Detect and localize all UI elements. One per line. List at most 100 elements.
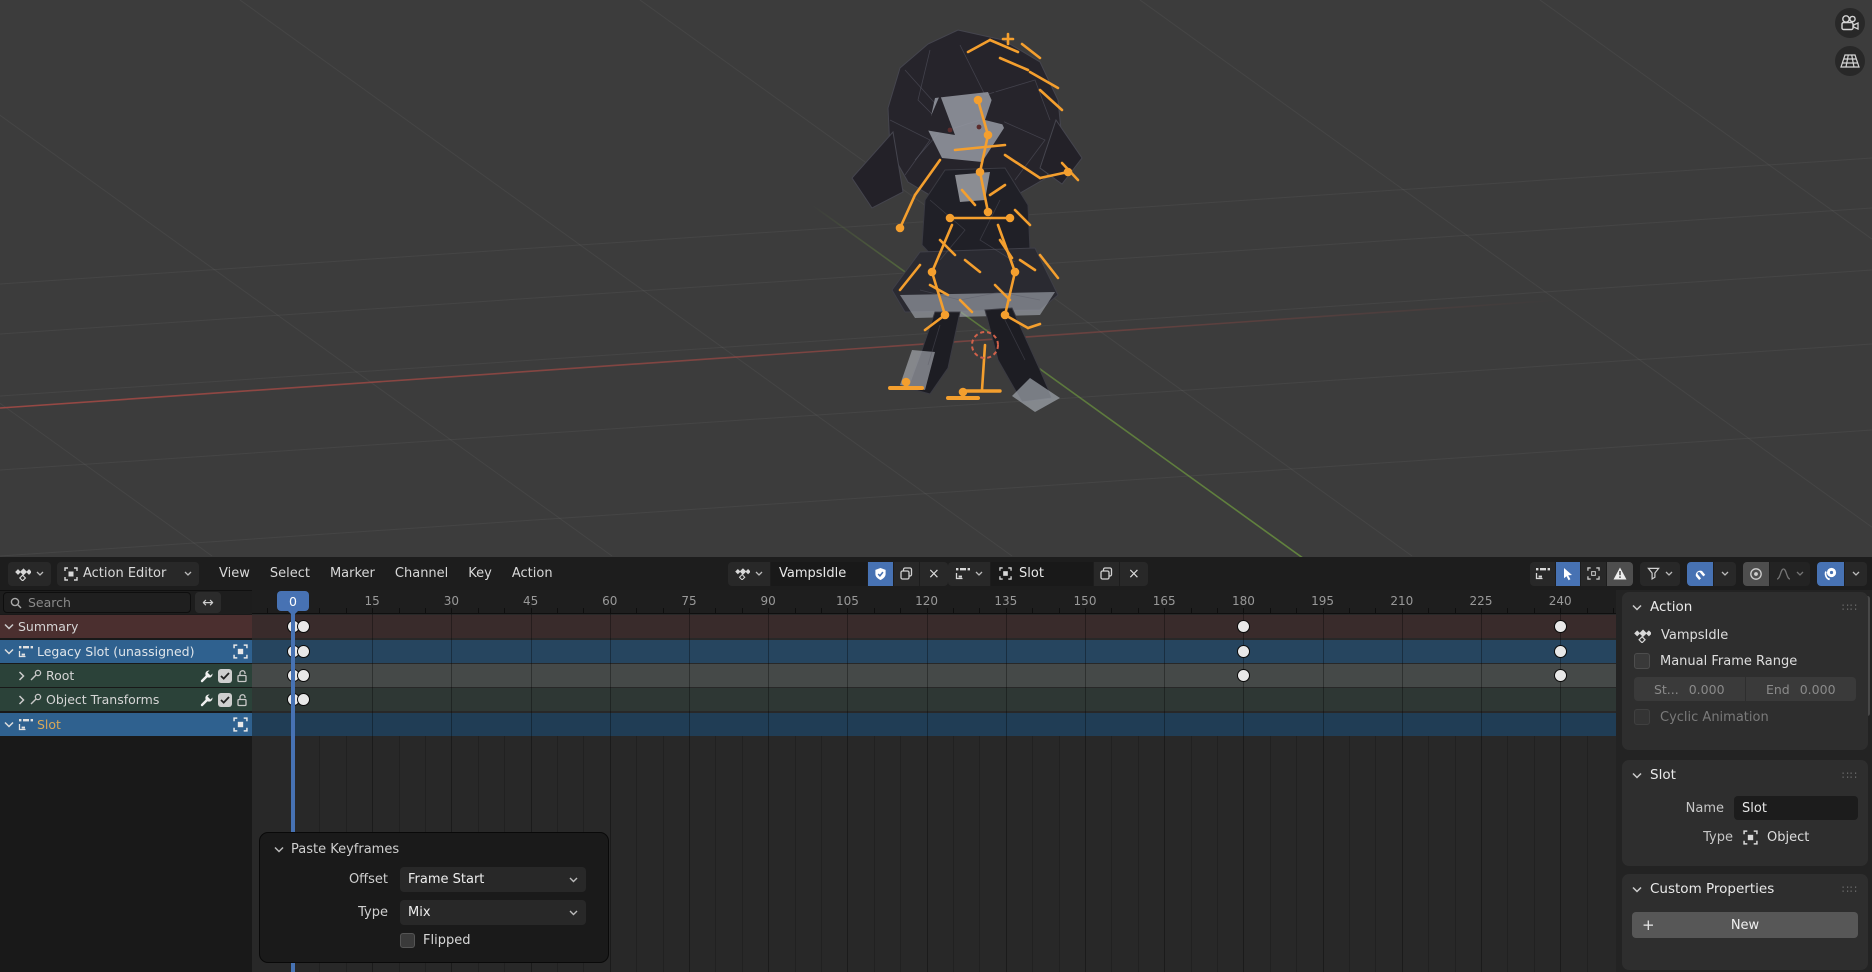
legacy-slot-key-band[interactable] — [252, 640, 1616, 663]
slot-filter-toggle[interactable] — [1530, 562, 1555, 586]
keyframe-legacy_slot-frame-180[interactable] — [1237, 645, 1250, 658]
object-transforms-key-band[interactable] — [252, 688, 1616, 711]
wrench-icon[interactable] — [200, 669, 214, 683]
dope-sheet-grid[interactable]: Summary Legacy Slot (unassigned) Root — [0, 614, 1616, 972]
cyclic-animation-checkbox[interactable] — [1634, 709, 1650, 725]
manual-frame-range-checkbox[interactable] — [1634, 653, 1650, 669]
chevron-down-icon — [975, 571, 983, 576]
keyframe-root-frame-240[interactable] — [1554, 669, 1567, 682]
ruler-tick-mark — [795, 608, 796, 613]
show-hidden-toggle[interactable] — [1581, 562, 1606, 586]
filter-popover-button[interactable] — [1640, 562, 1680, 586]
chevron-down-icon[interactable] — [274, 846, 284, 853]
grid-line-minor — [874, 736, 875, 972]
current-frame-indicator[interactable]: 0 — [277, 591, 309, 611]
pin-icon[interactable] — [29, 693, 42, 706]
panel-drag-handle[interactable]: ∷∷ — [1842, 601, 1858, 614]
menu-select[interactable]: Select — [260, 566, 320, 581]
keyframe-legacy_slot-frame-240[interactable] — [1554, 645, 1567, 658]
ruler-tick-mark — [504, 608, 505, 613]
grid-line-minor — [1270, 736, 1271, 972]
object-data-icon[interactable] — [233, 717, 248, 732]
viewport-camera-button[interactable] — [1835, 8, 1865, 38]
snap-toggle[interactable] — [1687, 562, 1713, 586]
chevron-down-icon — [1632, 886, 1642, 893]
orbit-globe-toggle[interactable] — [1817, 562, 1844, 586]
menu-marker[interactable]: Marker — [320, 566, 385, 581]
channel-row-root[interactable]: Root — [0, 664, 252, 687]
fake-user-toggle[interactable] — [868, 562, 893, 586]
action-panel-header[interactable]: Action ∷∷ — [1622, 592, 1868, 622]
frame-start-input[interactable]: St... 0.000 — [1634, 677, 1745, 701]
keyframe-root-frame-2[interactable] — [297, 669, 310, 682]
orbit-options-button[interactable] — [1845, 562, 1867, 586]
channel-label: Summary — [18, 619, 248, 634]
menu-key[interactable]: Key — [458, 566, 502, 581]
grid-line-major — [1323, 614, 1324, 972]
menu-action[interactable]: Action — [502, 566, 563, 581]
keyframe-legacy_slot-frame-2[interactable] — [297, 645, 310, 658]
slot-panel-header[interactable]: Slot ∷∷ — [1622, 760, 1868, 790]
keyframe-summary-frame-180[interactable] — [1237, 620, 1250, 633]
viewport-grid-button[interactable] — [1835, 46, 1865, 76]
keyframe-root-frame-180[interactable] — [1237, 669, 1250, 682]
slot-key-band[interactable] — [252, 713, 1616, 736]
duplicate-action-button[interactable] — [894, 562, 919, 586]
falloff-dropdown[interactable] — [1770, 562, 1810, 586]
ruler-tick-mark — [663, 608, 664, 613]
channel-enable-checkbox[interactable] — [218, 669, 232, 683]
unlock-icon[interactable] — [236, 669, 248, 683]
slot-name-label: Name — [1622, 801, 1734, 816]
panel-drag-handle[interactable]: ∷∷ — [1842, 769, 1858, 782]
custom-properties-header[interactable]: Custom Properties ∷∷ — [1622, 874, 1868, 904]
channel-label: Legacy Slot (unassigned) — [37, 644, 229, 659]
keyframe-summary-frame-240[interactable] — [1554, 620, 1567, 633]
arrows-horizontal-icon: ↔ — [202, 595, 214, 611]
flipped-checkbox[interactable] — [400, 933, 415, 948]
slot-name-input[interactable]: Slot — [1734, 796, 1858, 820]
snap-options-button[interactable] — [1714, 562, 1736, 586]
summary-key-band[interactable] — [252, 615, 1616, 638]
offset-dropdown[interactable]: Frame Start — [400, 867, 586, 892]
channel-row-summary[interactable]: Summary — [0, 615, 252, 638]
wrench-icon[interactable] — [200, 693, 214, 707]
channel-search-input[interactable]: Search — [3, 592, 191, 613]
slot-name-field[interactable]: Slot — [991, 562, 1093, 586]
character-mesh[interactable] — [852, 30, 1082, 412]
menu-channel[interactable]: Channel — [385, 566, 458, 581]
pin-icon[interactable] — [29, 669, 42, 682]
channel-enable-checkbox[interactable] — [218, 693, 232, 707]
frame-end-input[interactable]: End 0.000 — [1745, 677, 1857, 701]
ruler-tick-mark — [1270, 608, 1271, 613]
ruler-tick-label: 195 — [1311, 594, 1334, 608]
chevron-right-icon — [18, 695, 25, 705]
only-selected-toggle[interactable] — [1556, 562, 1580, 586]
unlink-action-button[interactable]: × — [920, 562, 948, 586]
menu-view[interactable]: View — [209, 566, 260, 581]
editor-mode-dropdown[interactable]: Action Editor — [57, 562, 199, 586]
channel-row-slot[interactable]: Slot — [0, 713, 252, 736]
object-data-icon[interactable] — [233, 644, 248, 659]
proportional-edit-toggle[interactable] — [1743, 562, 1769, 586]
expand-width-button[interactable]: ↔ — [195, 592, 221, 613]
action-name-field[interactable]: VampsIdle — [771, 562, 867, 586]
channel-row-object-transforms[interactable]: Object Transforms — [0, 688, 252, 711]
slot-browse-button[interactable] — [948, 562, 990, 586]
duplicate-slot-button[interactable] — [1094, 562, 1119, 586]
new-property-button[interactable]: + New — [1632, 912, 1858, 938]
unlink-slot-button[interactable]: × — [1120, 562, 1148, 586]
type-dropdown[interactable]: Mix — [400, 900, 586, 925]
action-browse-button[interactable] — [728, 562, 770, 586]
root-key-band[interactable] — [252, 664, 1616, 687]
3d-viewport[interactable] — [0, 0, 1872, 557]
object-mode-icon — [64, 567, 78, 581]
keyframe-object_transforms-frame-2[interactable] — [297, 693, 310, 706]
editor-type-button[interactable] — [8, 562, 51, 586]
unlock-icon[interactable] — [236, 693, 248, 707]
ruler-tick-mark — [1349, 608, 1350, 613]
channel-row-legacy-slot[interactable]: Legacy Slot (unassigned) — [0, 640, 252, 663]
show-errors-toggle[interactable] — [1607, 562, 1633, 586]
timeline-ruler[interactable]: 0153045607590105120135150165180195210225… — [252, 590, 1616, 614]
type-value: Mix — [408, 905, 569, 920]
panel-drag-handle[interactable]: ∷∷ — [1842, 883, 1858, 896]
